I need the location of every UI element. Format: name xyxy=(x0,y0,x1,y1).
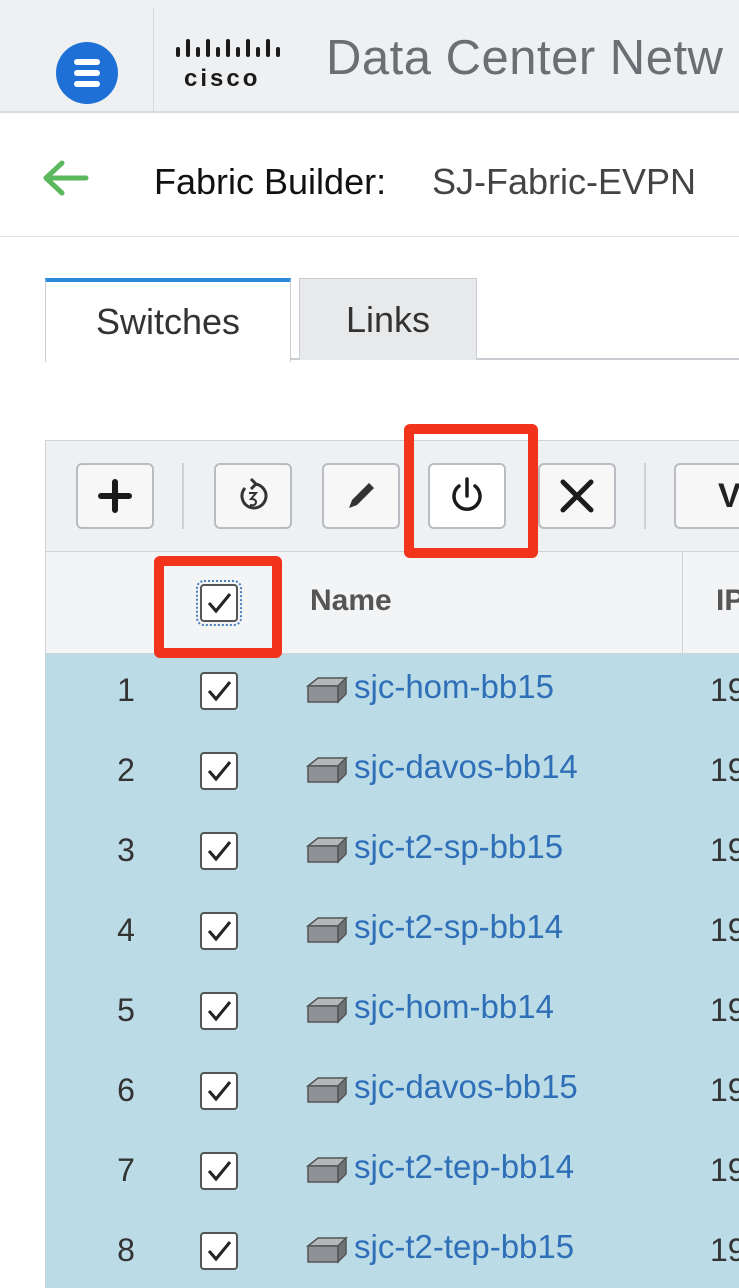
add-button[interactable] xyxy=(76,463,154,529)
row-checkbox[interactable] xyxy=(200,1232,238,1270)
app-title: Data Center Netw xyxy=(326,31,724,85)
table-row[interactable]: 1 sjc-hom-bb15 19 xyxy=(46,654,739,734)
switch-name-link[interactable]: sjc-hom-bb15 xyxy=(354,668,554,706)
fabric-name: SJ-Fabric-EVPN xyxy=(432,161,697,202)
row-ip: 19 xyxy=(710,752,739,788)
table-row[interactable]: 4 sjc-t2-sp-bb14 19 xyxy=(46,894,739,974)
switches-table: V Name IP 1 sjc-hom-bb15 19 2 sjc-davos-… xyxy=(45,440,739,1288)
table-row[interactable]: 3 sjc-t2-sp-bb15 19 xyxy=(46,814,739,894)
row-ip: 19 xyxy=(710,1152,739,1188)
row-checkbox[interactable] xyxy=(200,992,238,1030)
switch-icon xyxy=(305,916,348,944)
row-checkbox[interactable] xyxy=(200,832,238,870)
tab-links[interactable]: Links xyxy=(299,278,477,360)
toolbar-divider xyxy=(182,463,184,529)
row-number: 1 xyxy=(117,672,135,708)
column-header-name[interactable]: Name xyxy=(310,584,392,618)
switch-icon xyxy=(305,1076,348,1104)
row-ip: 19 xyxy=(710,1232,739,1268)
switch-name-link[interactable]: sjc-t2-sp-bb15 xyxy=(354,828,563,866)
checkmark-icon xyxy=(207,681,232,702)
column-header-ip[interactable]: IP xyxy=(716,584,739,618)
checkmark-icon xyxy=(207,1001,232,1022)
switch-icon xyxy=(305,756,348,784)
row-number: 5 xyxy=(117,992,135,1028)
checkmark-icon xyxy=(207,921,232,942)
checkmark-icon xyxy=(207,841,232,862)
tab-switches-label: Switches xyxy=(95,301,241,342)
table-body: 1 sjc-hom-bb15 19 2 sjc-davos-bb14 19 3 … xyxy=(46,654,739,1288)
row-ip: 19 xyxy=(710,672,739,708)
row-checkbox[interactable] xyxy=(200,752,238,790)
hamburger-menu-icon[interactable] xyxy=(56,42,118,104)
checkmark-icon xyxy=(207,1241,232,1262)
edit-icon xyxy=(349,483,374,508)
row-number: 6 xyxy=(117,1072,135,1108)
reload-icon xyxy=(240,477,268,510)
table-header: Name IP xyxy=(46,552,739,654)
row-number: 3 xyxy=(117,832,135,868)
edit-button[interactable] xyxy=(322,463,400,529)
breadcrumb-label: Fabric Builder: xyxy=(154,161,387,202)
row-number: 4 xyxy=(117,912,135,948)
table-row[interactable]: 8 sjc-t2-tep-bb15 19 xyxy=(46,1214,739,1288)
row-checkbox[interactable] xyxy=(200,672,238,710)
row-checkbox[interactable] xyxy=(200,1152,238,1190)
delete-button[interactable] xyxy=(538,463,616,529)
cisco-logo: cisco xyxy=(174,35,288,95)
row-checkbox[interactable] xyxy=(200,1072,238,1110)
switch-name-link[interactable]: sjc-hom-bb14 xyxy=(354,988,554,1026)
switch-name-link[interactable]: sjc-davos-bb15 xyxy=(354,1068,578,1106)
tab-switches[interactable]: Switches xyxy=(45,278,291,362)
checkmark-icon xyxy=(207,1161,232,1182)
back-arrow-icon[interactable] xyxy=(40,158,90,198)
top-bar: cisco Data Center Netw xyxy=(0,0,739,113)
row-ip: 19 xyxy=(710,912,739,948)
table-toolbar: V xyxy=(46,440,739,552)
switch-icon xyxy=(305,1156,348,1184)
reload-button[interactable] xyxy=(214,463,292,529)
column-divider xyxy=(682,552,683,654)
switch-icon xyxy=(305,836,348,864)
power-button-highlight xyxy=(404,424,538,558)
checkmark-icon xyxy=(207,1081,232,1102)
toolbar-divider xyxy=(644,463,646,529)
cisco-logo-text: cisco xyxy=(184,65,261,92)
view-button[interactable]: V xyxy=(674,463,739,529)
row-ip: 19 xyxy=(710,832,739,868)
row-number: 7 xyxy=(117,1152,135,1188)
delete-icon xyxy=(560,479,594,513)
checkmark-icon xyxy=(207,761,232,782)
row-number: 2 xyxy=(117,752,135,788)
add-icon xyxy=(98,479,132,513)
row-checkbox[interactable] xyxy=(200,912,238,950)
tab-links-label: Links xyxy=(345,298,431,340)
row-number: 8 xyxy=(117,1232,135,1268)
breadcrumb: Fabric Builder: SJ-Fabric-EVPN xyxy=(0,115,739,237)
select-all-highlight xyxy=(154,556,282,658)
row-ip: 19 xyxy=(710,1072,739,1108)
menu-cell xyxy=(8,8,154,113)
switch-name-link[interactable]: sjc-davos-bb14 xyxy=(354,748,578,786)
switch-icon xyxy=(305,1236,348,1264)
table-row[interactable]: 2 sjc-davos-bb14 19 xyxy=(46,734,739,814)
page: cisco Data Center Netw Fabric Builder: S… xyxy=(0,0,739,1288)
table-row[interactable]: 6 sjc-davos-bb15 19 xyxy=(46,1054,739,1134)
switch-icon xyxy=(305,996,348,1024)
switch-name-link[interactable]: sjc-t2-sp-bb14 xyxy=(354,908,563,946)
switch-name-link[interactable]: sjc-t2-tep-bb15 xyxy=(354,1228,574,1266)
switch-icon xyxy=(305,676,348,704)
switch-name-link[interactable]: sjc-t2-tep-bb14 xyxy=(354,1148,574,1186)
row-ip: 19 xyxy=(710,992,739,1028)
table-row[interactable]: 5 sjc-hom-bb14 19 xyxy=(46,974,739,1054)
table-row[interactable]: 7 sjc-t2-tep-bb14 19 xyxy=(46,1134,739,1214)
